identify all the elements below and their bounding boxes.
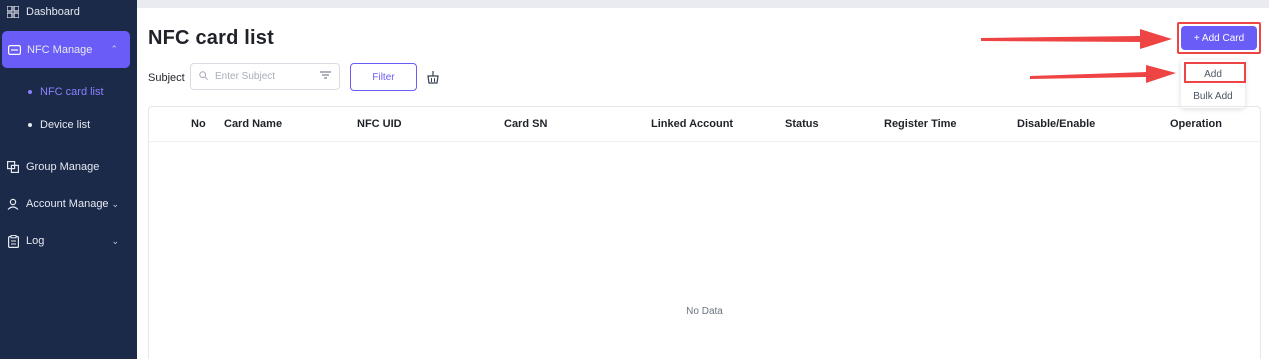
arrow-to-add-card — [981, 29, 1172, 49]
annotation-arrows — [981, 29, 1176, 83]
arrow-to-add — [1030, 65, 1176, 83]
